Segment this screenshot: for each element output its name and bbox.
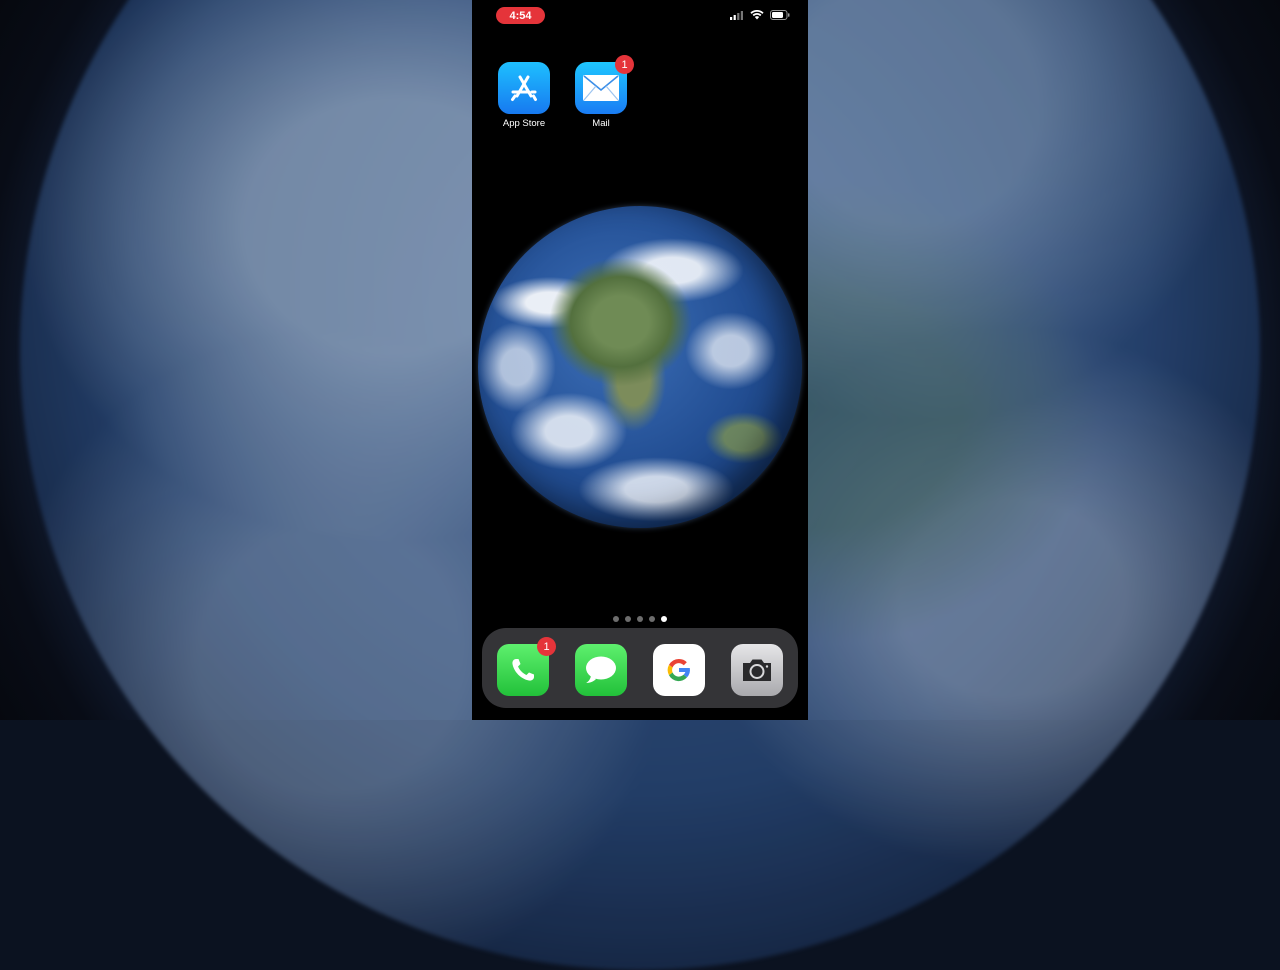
page-dot xyxy=(613,616,619,622)
app-store-label: App Store xyxy=(502,118,546,129)
camera-app[interactable] xyxy=(731,644,783,696)
camera-icon xyxy=(743,659,771,681)
app-store-icon xyxy=(498,62,550,114)
battery-icon xyxy=(770,10,790,20)
mail-app[interactable]: 1 Mail xyxy=(566,55,636,129)
messages-app[interactable] xyxy=(575,644,627,696)
app-store-app[interactable]: App Store xyxy=(489,62,559,129)
google-app[interactable] xyxy=(653,644,705,696)
mail-icon: 1 xyxy=(575,55,634,114)
status-time[interactable]: 4:54 xyxy=(496,7,545,24)
status-icons xyxy=(730,10,790,20)
dock: 1 xyxy=(482,628,798,708)
phone-badge: 1 xyxy=(537,637,556,656)
phone-screen: 4:54 App Store 1 Mail 1 xyxy=(472,0,808,720)
cellular-signal-icon xyxy=(730,10,743,20)
phone-icon xyxy=(512,659,534,681)
phone-app[interactable]: 1 xyxy=(497,637,556,696)
wifi-icon xyxy=(750,10,764,20)
mail-badge: 1 xyxy=(615,55,634,74)
page-indicator[interactable] xyxy=(472,616,808,622)
page-dot-active xyxy=(661,616,667,622)
page-dot xyxy=(625,616,631,622)
earth-wallpaper xyxy=(478,206,802,528)
page-dot xyxy=(637,616,643,622)
status-bar: 4:54 xyxy=(472,0,808,30)
page-dot xyxy=(649,616,655,622)
google-icon xyxy=(667,658,690,682)
messages-icon xyxy=(586,656,616,683)
mail-label: Mail xyxy=(592,118,610,129)
